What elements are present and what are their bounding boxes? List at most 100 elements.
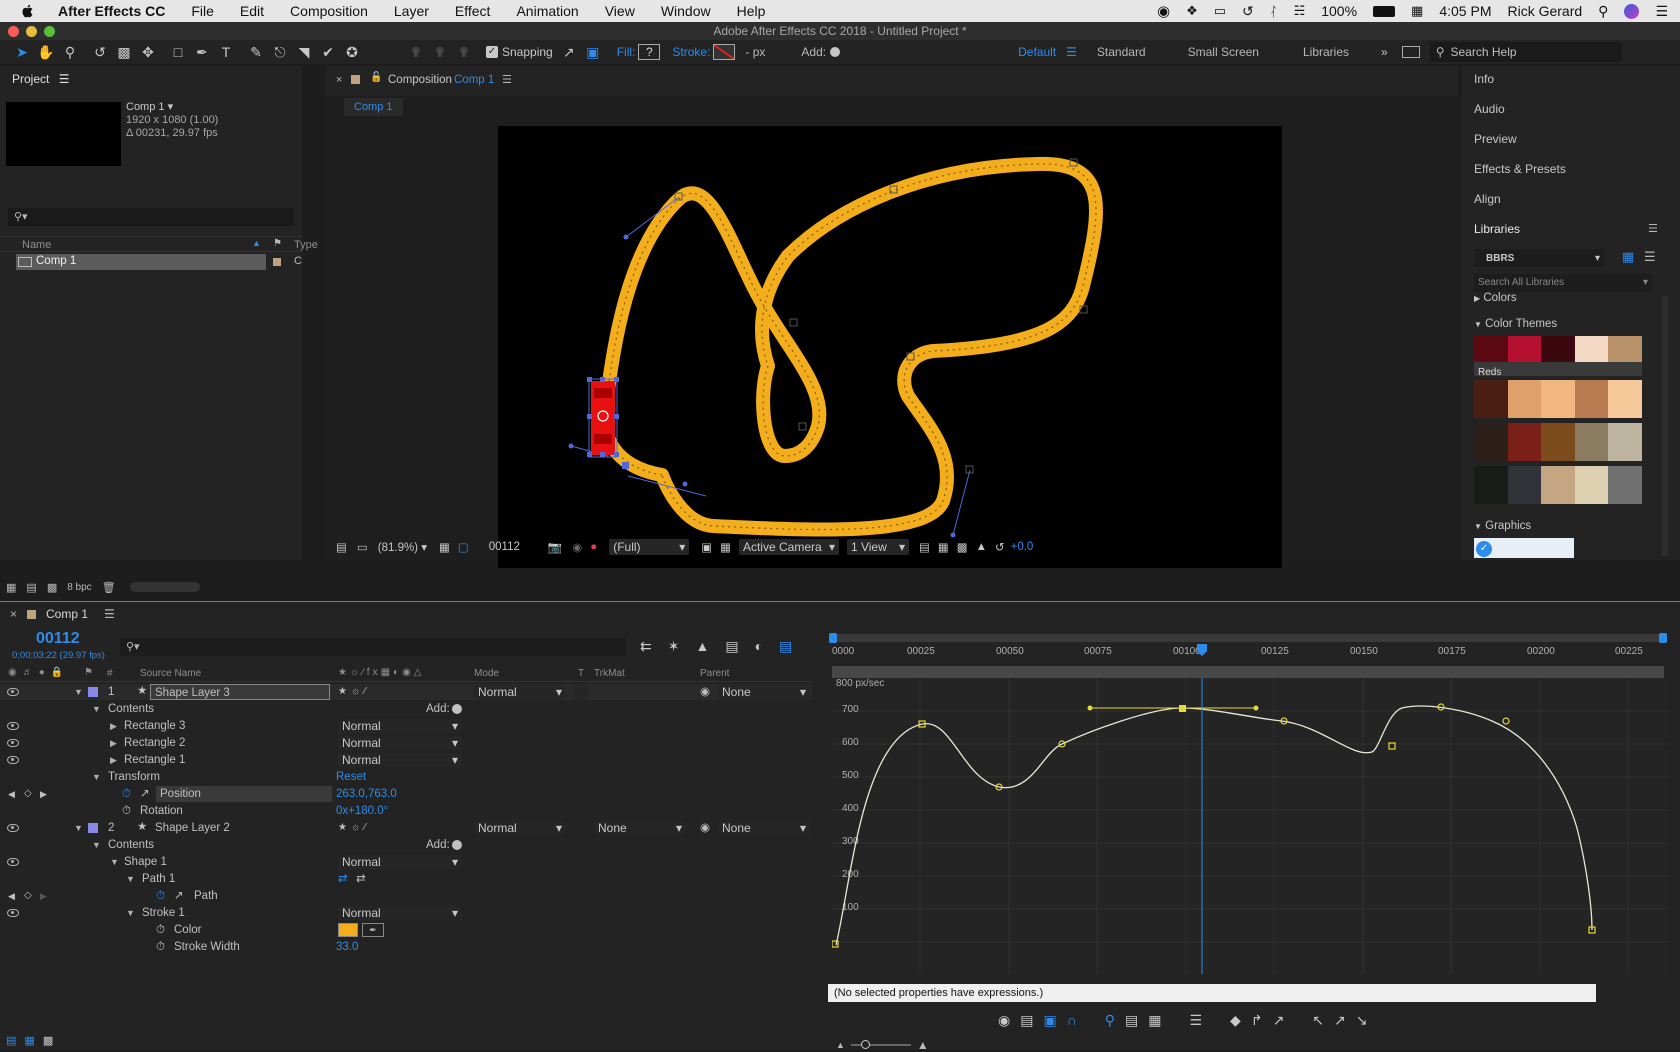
fast-previews-icon[interactable]: ▦ xyxy=(938,540,949,554)
comp-tab-prefix[interactable]: Composition xyxy=(388,74,452,86)
menu-animation[interactable]: Animation xyxy=(516,3,578,19)
panel-effects-presets[interactable]: Effects & Presets xyxy=(1474,162,1566,176)
contents-row[interactable]: ▼ Contents Add: xyxy=(0,837,462,853)
theme-color-swatch[interactable] xyxy=(1574,336,1609,362)
fit-selection-icon[interactable]: ⚲ xyxy=(1105,1012,1115,1029)
view-layout-dropdown[interactable]: 1 View ▾ xyxy=(846,539,909,555)
trash-icon[interactable]: 🗑 xyxy=(102,581,116,594)
layer-name-field[interactable]: Shape Layer 3 xyxy=(150,684,330,700)
expanded-triangle-icon[interactable]: ▼ xyxy=(92,769,101,785)
theme-color-swatch[interactable] xyxy=(1541,423,1575,461)
visibility-eye-icon[interactable] xyxy=(7,722,19,730)
rectangle-tool-icon[interactable]: □ xyxy=(166,41,190,63)
graph-editor-icon[interactable]: ▤ xyxy=(779,638,792,655)
flowchart-icon[interactable]: ▲ xyxy=(976,541,987,553)
close-tab-icon[interactable]: × xyxy=(10,607,17,621)
bpc-toggle[interactable]: 8 bpc xyxy=(67,582,91,593)
project-tab[interactable]: Project ☰ xyxy=(12,72,69,86)
visibility-eye-icon[interactable] xyxy=(7,739,19,747)
stroke-width-row[interactable]: ⏱ Stroke Width 33.0 xyxy=(0,939,460,955)
timeline-search-input[interactable]: ⚲▾ xyxy=(120,638,626,656)
mask-visibility-icon[interactable]: ▢ xyxy=(458,540,469,554)
menu-file[interactable]: File xyxy=(191,3,214,19)
menu-window[interactable]: Window xyxy=(661,3,711,19)
project-item-comp1[interactable]: Comp 1 xyxy=(16,254,266,270)
rotation-value[interactable]: 0x+180.0° xyxy=(336,803,388,819)
toggle-pixel-aspect-icon[interactable]: ▤ xyxy=(919,540,930,554)
add-keyframe-icon[interactable]: ◇ xyxy=(24,888,32,904)
col-number[interactable]: # xyxy=(107,668,113,679)
stroke-width-value[interactable]: - px xyxy=(745,45,765,59)
draft-3d-icon[interactable]: ✶ xyxy=(668,638,680,655)
project-col-type[interactable]: Type xyxy=(294,239,318,251)
theme-reds[interactable]: Reds xyxy=(1474,336,1642,378)
blend-mode-dropdown[interactable]: Normal ▾ xyxy=(338,906,462,920)
prev-keyframe-icon[interactable]: ◀ xyxy=(8,786,15,802)
stroke-color-swatch[interactable] xyxy=(338,923,358,937)
theme-color-swatch[interactable] xyxy=(1507,423,1542,461)
search-help-field[interactable]: ⚲ Search Help xyxy=(1429,42,1622,62)
blend-mode-dropdown[interactable]: Normal ▾ xyxy=(338,719,462,733)
shy-layers-icon[interactable]: ▲ xyxy=(695,638,709,655)
col-t[interactable]: T xyxy=(578,668,584,679)
stroke-label[interactable]: Stroke: xyxy=(672,45,710,59)
theme-color-swatch[interactable] xyxy=(1574,423,1609,461)
workspace-menu-icon[interactable]: ☰ xyxy=(1066,45,1077,59)
blend-mode-dropdown[interactable]: Normal ▾ xyxy=(338,736,462,750)
add-keyframe-icon[interactable]: ◇ xyxy=(24,786,32,802)
notification-center-icon[interactable]: ☰ xyxy=(1655,3,1668,20)
roto-brush-tool-icon[interactable]: ✔ xyxy=(316,41,340,63)
eraser-tool-icon[interactable]: ◥ xyxy=(292,41,316,63)
expanded-triangle-icon[interactable]: ▼ xyxy=(126,905,135,921)
theme-color-swatch[interactable] xyxy=(1541,336,1575,362)
minimize-window-button[interactable] xyxy=(26,26,37,37)
color-row[interactable]: ⏱ Color ✒ xyxy=(0,922,460,938)
time-navigator[interactable] xyxy=(829,633,1667,643)
new-folder-icon[interactable]: ▤ xyxy=(26,581,36,594)
expanded-triangle-icon[interactable]: ▼ xyxy=(126,871,135,887)
battery-icon[interactable] xyxy=(1373,5,1396,17)
zoom-slider-track[interactable] xyxy=(850,1040,911,1049)
trkmat-dropdown[interactable]: None ▾ xyxy=(594,821,686,835)
frame-blending-icon[interactable]: ▤ xyxy=(725,638,738,655)
exposure-value[interactable]: +0.0 xyxy=(1011,541,1034,553)
grid-view-icon[interactable]: ▦ xyxy=(1622,249,1634,265)
reset-exposure-icon[interactable]: ↺ xyxy=(995,540,1005,554)
dropbox-icon[interactable]: ❖ xyxy=(1186,3,1198,19)
theme-row[interactable] xyxy=(1474,380,1642,418)
blend-mode-dropdown[interactable]: Normal ▾ xyxy=(338,855,462,869)
channels-icon[interactable]: ● xyxy=(590,541,597,553)
workspace-standard[interactable]: Standard xyxy=(1097,45,1146,59)
visibility-eye-icon[interactable] xyxy=(7,688,19,696)
easy-ease-in-icon[interactable]: ↗ xyxy=(1334,1012,1346,1029)
menu-edit[interactable]: Edit xyxy=(240,3,264,19)
close-tab-icon[interactable]: × xyxy=(336,74,342,86)
position-label-field[interactable]: Position xyxy=(156,786,332,802)
workspace-small-screen[interactable]: Small Screen xyxy=(1188,45,1259,59)
theme-color-swatch[interactable] xyxy=(1507,380,1542,418)
zoom-slider-thumb[interactable] xyxy=(860,1040,870,1049)
clone-stamp-tool-icon[interactable]: ⎋ xyxy=(268,41,292,63)
timeline-tab[interactable]: × Comp 1 ☰ xyxy=(0,602,115,626)
comp-viewer-canvas[interactable] xyxy=(498,126,1282,568)
close-window-button[interactable] xyxy=(8,26,19,37)
path-direction-icon[interactable]: ⇄ xyxy=(338,871,348,887)
path-row[interactable]: ◀ ◇ ▶ ⏱ ↗ Path xyxy=(0,888,460,904)
navigator-start-handle[interactable] xyxy=(829,633,837,643)
theme-color-swatch[interactable] xyxy=(1541,380,1575,418)
expand-duration-icon[interactable]: ▩ xyxy=(43,1034,53,1047)
eyedropper-icon[interactable]: ✒ xyxy=(362,923,384,937)
position-row[interactable]: ◀ ◇ ▶ ⏱ ↗ Position 263.0,763.0 xyxy=(0,786,460,802)
shape-1-row[interactable]: ▼ Shape 1 Normal ▾ xyxy=(0,854,462,870)
snap-icon[interactable]: ∩ xyxy=(1067,1012,1077,1029)
expanded-triangle-icon[interactable]: ▼ xyxy=(74,820,83,836)
work-area-bar[interactable] xyxy=(832,666,1664,678)
panel-menu-icon[interactable]: ☰ xyxy=(502,73,512,86)
grid-overlay-icon[interactable]: ▦ xyxy=(439,540,450,554)
easy-ease-out-icon[interactable]: ↘ xyxy=(1356,1012,1368,1029)
path-reverse-icon[interactable]: ⇄ xyxy=(356,871,366,887)
transform-row[interactable]: ▼ Transform Reset xyxy=(0,769,460,785)
time-ruler[interactable]: 0000 00025 00050 00075 00100 00125 00150… xyxy=(832,644,1664,662)
theme-color-swatch[interactable] xyxy=(1507,466,1542,504)
easy-ease-icon[interactable]: ↖ xyxy=(1312,1012,1324,1029)
